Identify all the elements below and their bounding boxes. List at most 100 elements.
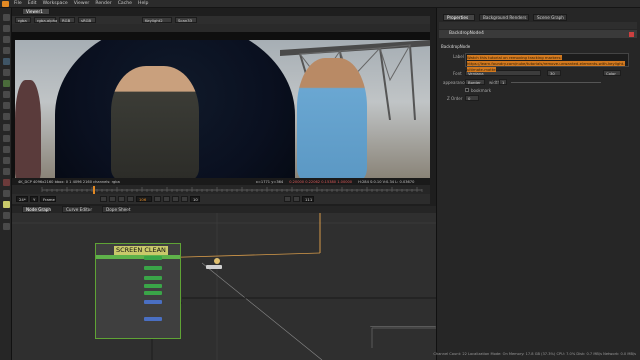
metadata-tool-icon[interactable] <box>3 135 10 142</box>
font-size-field[interactable]: 30 <box>547 70 561 76</box>
menu-render[interactable]: Render <box>95 1 111 6</box>
in-point-field[interactable]: Y <box>30 196 38 202</box>
font-label: Font <box>453 71 462 76</box>
draw-tool-icon[interactable] <box>3 25 10 32</box>
zorder-label: Z Order <box>447 96 463 101</box>
node-green-4[interactable] <box>144 284 162 288</box>
tab-background-renders[interactable]: Background Renders <box>479 14 529 21</box>
node-green-5[interactable] <box>144 291 162 295</box>
time-tool-icon[interactable] <box>3 36 10 43</box>
zorder-field[interactable]: 0 <box>465 95 479 101</box>
next-key-button[interactable] <box>172 196 179 202</box>
merge-tool-icon[interactable] <box>3 91 10 98</box>
node-green-2[interactable] <box>144 266 162 270</box>
playhead[interactable] <box>93 186 95 194</box>
node-a-select[interactable]: Keylight2 <box>142 17 172 23</box>
prev-key-button[interactable] <box>109 196 116 202</box>
menu-cache[interactable]: Cache <box>118 1 132 6</box>
width-field[interactable]: 1 <box>499 79 507 85</box>
cache-button[interactable] <box>293 196 300 202</box>
viewer-image[interactable] <box>12 32 430 178</box>
node-b-select[interactable]: Scan33 <box>175 17 197 23</box>
color-tool-icon[interactable] <box>3 58 10 65</box>
menu-file[interactable]: File <box>14 1 22 6</box>
node-blue-2[interactable] <box>144 317 162 321</box>
cursor-coords: x=1771 y=364 <box>255 179 284 184</box>
plugin-tool-icon[interactable] <box>3 212 10 219</box>
fps-field[interactable]: 24* <box>16 196 28 202</box>
app-logo-icon <box>2 1 9 7</box>
total-frames-field[interactable]: 111 <box>302 196 314 202</box>
3d-tool-icon[interactable] <box>3 113 10 120</box>
toolsets-tool-icon[interactable] <box>3 157 10 164</box>
hsvl-values: H:284 S:0.10 V:0.34 L: 0.03670 <box>358 179 415 184</box>
prev-frame-button[interactable] <box>118 196 125 202</box>
tab-scene-graph[interactable]: Scene Graph <box>533 14 567 21</box>
timeline-ruler[interactable] <box>12 185 430 194</box>
node-blue-1[interactable] <box>144 300 162 304</box>
person-left-edge <box>15 80 41 178</box>
person-on-phone <box>111 66 199 178</box>
node-green-1[interactable] <box>144 256 162 260</box>
backdrop-label: SCREEN CLEAN <box>114 246 168 255</box>
node-graph[interactable]: SCREEN CLEAN <box>12 213 436 360</box>
viewer-controls: rgba rgba.alpha RGB sRGB Keylight2 Scan3… <box>12 16 430 24</box>
furnace-tool-icon[interactable] <box>3 190 10 197</box>
channel-select[interactable]: rgba <box>15 17 31 23</box>
tab-dope-sheet[interactable]: Dope Sheet <box>102 206 130 213</box>
section-title: BackdropNode <box>441 44 471 49</box>
node-green-3[interactable] <box>144 276 162 280</box>
transport-controls: 24* Y Frame 106 10 111 <box>12 194 430 204</box>
tab-node-graph[interactable]: Node Graph <box>22 206 51 213</box>
appearance-select[interactable]: Border <box>465 79 485 85</box>
close-icon[interactable] <box>629 32 634 37</box>
channel-tool-icon[interactable] <box>3 47 10 54</box>
format-info: 4K_DCP 4096x2160 bbox: 0 1 4096 2160 cha… <box>18 179 120 184</box>
next-frame-button[interactable] <box>163 196 170 202</box>
loop-button[interactable] <box>284 196 291 202</box>
keyer-tool-icon[interactable] <box>3 80 10 87</box>
menu-help[interactable]: Help <box>138 1 148 6</box>
alpha-select[interactable]: rgba.alpha <box>34 17 57 23</box>
play-backward-button[interactable] <box>127 196 134 202</box>
other-tool-icon[interactable] <box>3 168 10 175</box>
go-start-button[interactable] <box>100 196 107 202</box>
current-frame-field[interactable]: 106 <box>136 196 152 202</box>
filter-tool-icon[interactable] <box>3 69 10 76</box>
node-white[interactable] <box>206 265 222 269</box>
tab-curve-editor[interactable]: Curve Editor <box>62 206 92 213</box>
menu-edit[interactable]: Edit <box>28 1 37 6</box>
mode-select[interactable]: Frame <box>40 196 56 202</box>
status-bar: Channel Count: 22 Localization Mode: On … <box>433 352 636 356</box>
label-text-field[interactable]: Watch this tutorial on removing tracking… <box>465 53 629 72</box>
tab-viewer1[interactable]: Viewer1 <box>22 8 50 15</box>
colorspace-select[interactable]: RGB <box>59 17 75 23</box>
width-slider[interactable] <box>511 82 601 83</box>
particles-tool-icon[interactable] <box>3 146 10 153</box>
go-end-button[interactable] <box>181 196 188 202</box>
bookmark-label: bookmark <box>471 88 492 93</box>
bookmark-checkbox[interactable] <box>465 88 469 92</box>
backdrop-title-bar <box>96 255 180 259</box>
tab-properties[interactable]: Properties <box>443 14 475 21</box>
appearance-label: appearance <box>443 80 467 85</box>
cara-tool-icon[interactable] <box>3 179 10 186</box>
extra-tool-icon[interactable] <box>3 223 10 230</box>
screen-clean-backdrop[interactable]: SCREEN CLEAN <box>95 243 181 339</box>
end-frame-field[interactable]: 10 <box>190 196 200 202</box>
menu-workspace[interactable]: Workspace <box>43 1 68 6</box>
input-space-select[interactable]: sRGB <box>78 17 96 23</box>
views-tool-icon[interactable] <box>3 124 10 131</box>
node-graph-tabs: Node Graph Curve Editor Dope Sheet <box>12 206 436 213</box>
node-name-header: BackdropNode4 <box>439 30 637 38</box>
node-dot[interactable] <box>214 258 220 264</box>
person-blue-shirt <box>297 58 367 178</box>
properties-toolbar <box>439 22 637 29</box>
color-button[interactable]: Color <box>603 70 621 76</box>
transform-tool-icon[interactable] <box>3 102 10 109</box>
video-frame <box>15 40 430 178</box>
image-tool-icon[interactable] <box>3 14 10 21</box>
play-forward-button[interactable] <box>154 196 161 202</box>
nuke-tool-icon[interactable] <box>3 201 10 208</box>
menu-viewer[interactable]: Viewer <box>74 1 90 6</box>
